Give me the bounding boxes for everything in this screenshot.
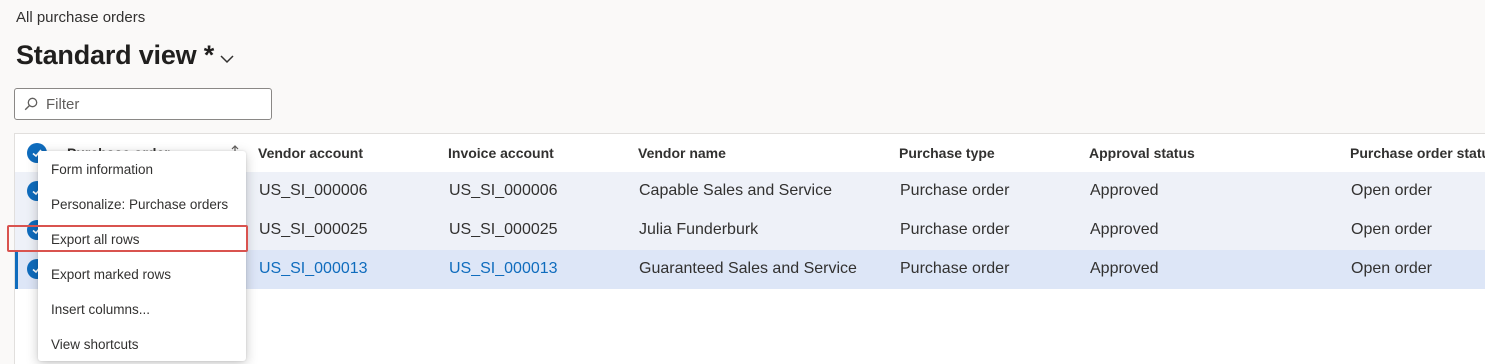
po-status-cell: Open order: [1351, 221, 1432, 238]
approval-status-cell: Approved: [1090, 260, 1159, 277]
column-header-vendor-account[interactable]: Vendor account: [258, 145, 363, 161]
page-title: Standard view *: [16, 40, 215, 70]
active-row-marker: [15, 250, 18, 289]
approval-status-cell: Approved: [1090, 221, 1159, 238]
grid-context-menu: Form information Personalize: Purchase o…: [38, 151, 246, 361]
row-marker: [15, 211, 18, 250]
invoice-account-cell[interactable]: US_SI_000006: [449, 182, 558, 200]
filter-input[interactable]: [44, 94, 248, 114]
vendor-name-cell: Capable Sales and Service: [639, 182, 833, 199]
view-selector[interactable]: Standard view *: [16, 40, 234, 71]
column-header-vendor-name[interactable]: Vendor name: [638, 145, 726, 161]
po-status-cell: Open order: [1351, 182, 1432, 199]
menu-item-insert-columns[interactable]: Insert columns...: [38, 292, 246, 327]
invoice-account-cell[interactable]: US_SI_000025: [449, 221, 558, 239]
invoice-account-link[interactable]: US_SI_000013: [449, 260, 558, 278]
menu-item-view-shortcuts[interactable]: View shortcuts: [38, 327, 246, 362]
row-marker: [15, 172, 18, 211]
column-header-approval-status[interactable]: Approval status: [1089, 145, 1195, 161]
column-header-po-status[interactable]: Purchase order status: [1350, 145, 1485, 161]
menu-item-form-information[interactable]: Form information: [38, 152, 246, 187]
breadcrumb: All purchase orders: [16, 9, 146, 26]
chevron-down-icon[interactable]: [220, 54, 234, 64]
filter-field[interactable]: [14, 88, 272, 120]
vendor-account-cell[interactable]: US_SI_000006: [259, 182, 368, 200]
vendor-name-cell: Julia Funderburk: [639, 221, 759, 238]
menu-item-export-all-rows[interactable]: Export all rows: [38, 222, 246, 257]
approval-status-cell: Approved: [1090, 182, 1159, 199]
purchase-type-cell: Purchase order: [900, 182, 1010, 199]
menu-item-personalize[interactable]: Personalize: Purchase orders: [38, 187, 246, 222]
vendor-account-link[interactable]: US_SI_000013: [259, 260, 368, 278]
vendor-account-cell[interactable]: US_SI_000025: [259, 221, 368, 239]
vendor-name-cell: Guaranteed Sales and Service: [639, 260, 857, 277]
purchase-type-cell: Purchase order: [900, 221, 1010, 238]
column-header-invoice-account[interactable]: Invoice account: [448, 145, 554, 161]
po-status-cell: Open order: [1351, 260, 1432, 277]
column-header-purchase-type[interactable]: Purchase type: [899, 145, 995, 161]
purchase-type-cell: Purchase order: [900, 260, 1010, 277]
search-icon: [24, 97, 38, 111]
menu-item-export-marked-rows[interactable]: Export marked rows: [38, 257, 246, 292]
